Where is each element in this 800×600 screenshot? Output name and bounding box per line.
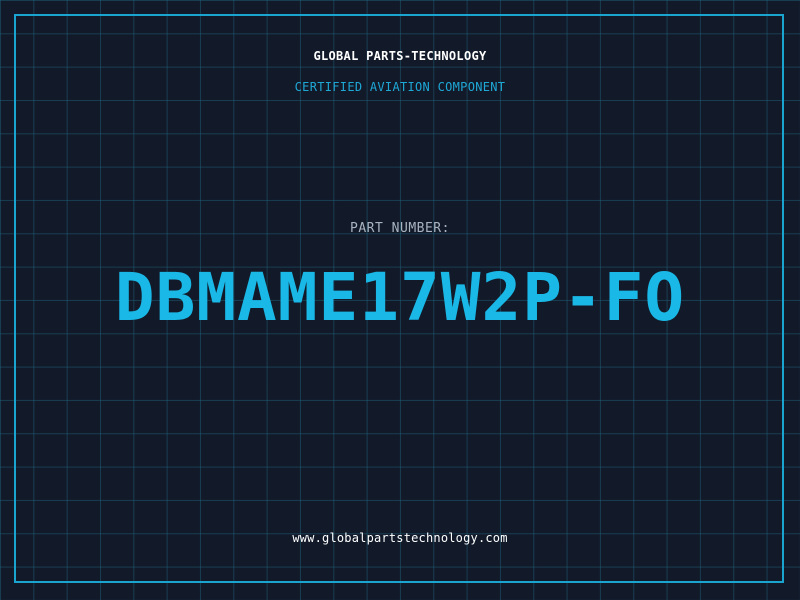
company-name: GLOBAL PARTS-TECHNOLOGY [313,49,487,63]
part-number-value: DBMAME17W2P-FO [114,259,686,336]
website-url[interactable]: www.globalpartstechnology.com [0,531,800,545]
certification-subtitle: CERTIFIED AVIATION COMPONENT [294,80,506,94]
part-number-label: PART NUMBER: [350,221,450,236]
